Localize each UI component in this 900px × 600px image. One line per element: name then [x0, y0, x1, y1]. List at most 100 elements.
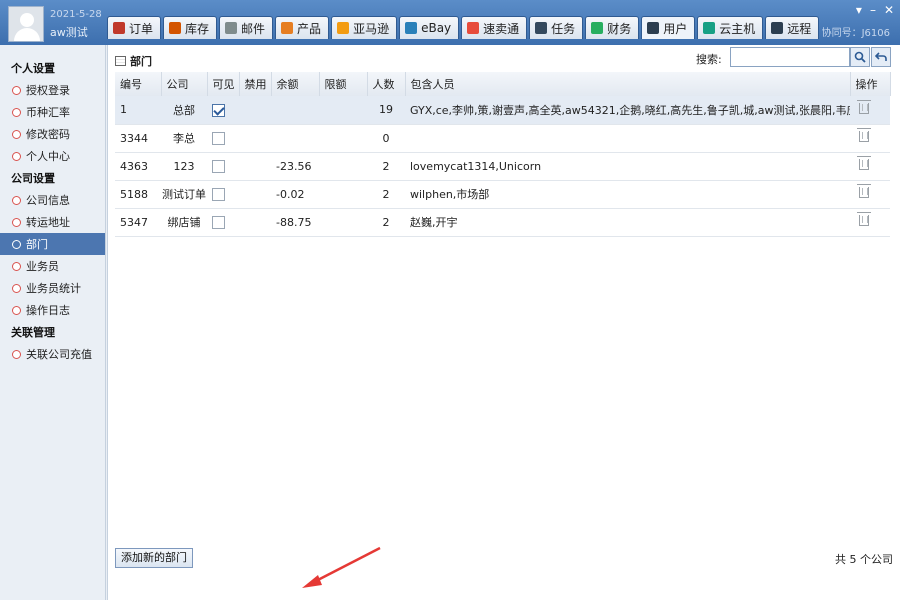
- cell-id: 4363: [115, 152, 161, 181]
- visible-checkbox[interactable]: [212, 131, 225, 145]
- tab-label: 产品: [297, 21, 322, 36]
- sidebar-item[interactable]: 个人中心: [0, 145, 105, 167]
- sidebar-item-label: 币种汇率: [26, 106, 70, 119]
- tab-label: eBay: [421, 21, 452, 35]
- cloud-host-icon: [703, 22, 716, 34]
- avatar[interactable]: [8, 6, 44, 42]
- tab-cloud-host[interactable]: 云主机: [697, 16, 764, 39]
- cell-id: 5188: [115, 180, 161, 209]
- bullet-icon: [12, 129, 21, 139]
- tab-label: 用户: [663, 21, 688, 36]
- department-table: 编号 公司 可见 禁用 余额 限额 人数 包含人员 操作 1 总部 19 GYX,ce,李帅,策,谢壹…: [115, 72, 891, 237]
- sidebar-item[interactable]: 公司信息: [0, 189, 105, 211]
- tab-label: 邮件: [241, 21, 266, 36]
- column-header: 包含人员: [405, 72, 851, 96]
- table-row[interactable]: 4363 123 -23.56 2 lovemycat1314,Unicorn: [115, 152, 890, 181]
- tab-label: 订单: [129, 21, 154, 36]
- cell-disabled: [239, 152, 271, 181]
- delete-icon[interactable]: [857, 184, 871, 198]
- tab-mail[interactable]: 邮件: [219, 16, 274, 39]
- page-title: 部门: [115, 53, 152, 69]
- cell-visible: [207, 96, 239, 125]
- tab-ebay[interactable]: eBay: [399, 16, 460, 39]
- sidebar-item-label: 公司信息: [26, 194, 70, 207]
- column-header: 禁用: [239, 72, 272, 96]
- sidebar-item-label: 个人中心: [26, 150, 70, 163]
- sidebar-item[interactable]: 币种汇率: [0, 101, 105, 123]
- delete-icon[interactable]: [857, 128, 871, 142]
- cell-count: 2: [367, 208, 405, 237]
- search-input[interactable]: [730, 47, 850, 67]
- sidebar-item[interactable]: 转运地址: [0, 211, 105, 233]
- cell-actions: [850, 124, 890, 153]
- menu-dropdown-icon[interactable]: ▾: [856, 3, 862, 17]
- sidebar-item[interactable]: 修改密码: [0, 123, 105, 145]
- visible-checkbox[interactable]: [212, 103, 225, 117]
- sidebar-item[interactable]: 关联公司充值: [0, 343, 105, 365]
- cell-balance: [271, 96, 319, 125]
- bullet-icon: [12, 305, 21, 315]
- tab-user[interactable]: 用户: [641, 16, 696, 39]
- cell-members: [405, 124, 850, 153]
- delete-icon[interactable]: [857, 156, 871, 170]
- cell-limit: [319, 208, 367, 237]
- delete-icon[interactable]: [857, 99, 871, 114]
- bullet-icon: [12, 217, 21, 227]
- tab-product[interactable]: 产品: [275, 16, 330, 39]
- sidebar-item[interactable]: 业务员统计: [0, 277, 105, 299]
- cell-id: 5347: [115, 208, 161, 237]
- bullet-icon: [12, 85, 21, 95]
- tab-finance[interactable]: 财务: [585, 16, 640, 39]
- delete-icon[interactable]: [857, 212, 871, 226]
- tab-label: 速卖通: [483, 21, 520, 36]
- sidebar-item[interactable]: 授权登录: [0, 79, 105, 101]
- tab-inventory[interactable]: 库存: [163, 16, 218, 39]
- table-row[interactable]: 5188 测试订单 -0.02 2 wilphen,市场部: [115, 180, 890, 209]
- sidebar-item-label: 转运地址: [26, 216, 70, 229]
- sidebar-item-label: 修改密码: [26, 128, 70, 141]
- sidebar-item[interactable]: 部门: [0, 233, 105, 255]
- tab-label: 财务: [607, 21, 632, 36]
- table-row[interactable]: 5347 绑店铺 -88.75 2 赵巍,开宇: [115, 208, 890, 237]
- table-row[interactable]: 3344 李总 0: [115, 124, 890, 153]
- visible-checkbox[interactable]: [212, 159, 225, 173]
- search-button[interactable]: [850, 47, 870, 67]
- aliexpress-icon: [467, 22, 480, 34]
- cell-limit: [319, 152, 367, 181]
- tab-aliexpress[interactable]: 速卖通: [461, 16, 528, 39]
- tab-label: 库存: [185, 21, 210, 36]
- sidebar-item[interactable]: 操作日志: [0, 299, 105, 321]
- close-icon[interactable]: ✕: [884, 3, 894, 17]
- minimize-icon[interactable]: –: [870, 3, 876, 17]
- product-icon: [281, 22, 294, 34]
- user-name: aw测试: [50, 26, 88, 39]
- cell-members: lovemycat1314,Unicorn: [405, 152, 850, 181]
- sidebar-group-title: 关联管理: [11, 326, 55, 339]
- sidebar-item-label: 授权登录: [26, 84, 70, 97]
- cell-visible: [207, 208, 239, 237]
- tab-order[interactable]: 订单: [107, 16, 162, 39]
- page-title-text: 部门: [130, 55, 152, 68]
- finance-icon: [591, 22, 604, 34]
- cell-disabled: [239, 96, 271, 125]
- sidebar-item-label: 关联公司充值: [26, 348, 92, 361]
- cell-company: 李总: [161, 124, 207, 153]
- undo-icon: [875, 52, 887, 61]
- cell-actions: [850, 208, 890, 237]
- table-row[interactable]: 1 总部 19 GYX,ce,李帅,策,谢壹声,高全英,aw54321,企鹅,晓红,高…: [115, 96, 890, 125]
- column-header: 人数: [367, 72, 406, 96]
- cell-disabled: [239, 180, 271, 209]
- add-department-button[interactable]: 添加新的部门: [115, 548, 193, 568]
- remote-icon: [771, 22, 784, 34]
- tab-remote[interactable]: 远程: [765, 16, 820, 39]
- visible-checkbox[interactable]: [212, 215, 225, 229]
- tab-label: 任务: [551, 21, 576, 36]
- tab-task[interactable]: 任务: [529, 16, 584, 39]
- user-date: 2021-5-28: [50, 9, 102, 20]
- tab-amazon[interactable]: 亚马逊: [331, 16, 398, 39]
- bullet-icon: [12, 261, 21, 271]
- sidebar-item-label: 业务员: [26, 260, 59, 273]
- visible-checkbox[interactable]: [212, 187, 225, 201]
- back-button[interactable]: [871, 47, 891, 67]
- sidebar-item[interactable]: 业务员: [0, 255, 105, 277]
